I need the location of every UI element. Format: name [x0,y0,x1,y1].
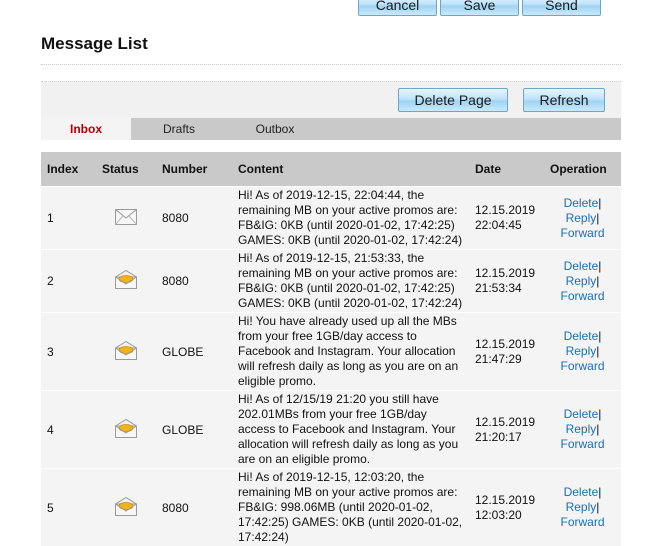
row-operations: Delete| Reply| Forward [544,391,621,469]
reply-link[interactable]: Reply [566,274,597,288]
row-date-time: 12:03:20 [475,508,522,522]
forward-link[interactable]: Forward [560,437,604,451]
row-date: 12.15.201921:47:29 [469,313,544,391]
reply-link[interactable]: Reply [566,500,597,514]
op-separator: | [596,211,599,225]
row-operations: Delete| Reply| Forward [544,313,621,391]
delete-link[interactable]: Delete [564,259,599,273]
delete-link[interactable]: Delete [564,196,599,210]
header-operation: Operation [544,152,621,187]
row-content: Hi! You have already used up all the MBs… [232,313,469,391]
row-date-time: 21:47:29 [475,352,522,366]
row-date-day: 12.15.2019 [475,415,535,429]
header-status: Status [96,152,156,187]
op-separator: | [598,407,601,421]
table-row[interactable]: 3 GLOBE Hi! You have already used up all… [41,313,621,391]
forward-link[interactable]: Forward [560,226,604,240]
envelope-unread-icon [115,270,137,289]
forward-link[interactable]: Forward [560,289,604,303]
row-number: 8080 [156,187,232,250]
row-date: 12.15.201922:04:45 [469,187,544,250]
op-separator: | [598,329,601,343]
refresh-button[interactable]: Refresh [523,88,605,112]
message-toolbar: Delete Page Refresh [41,81,621,118]
cancel-button[interactable]: Cancel [358,0,437,16]
row-number: 8080 [156,250,232,313]
delete-link[interactable]: Delete [564,329,599,343]
row-operations: Delete| Reply| Forward [544,469,621,546]
row-date-day: 12.15.2019 [475,203,535,217]
message-tabs: Inbox Drafts Outbox [41,118,621,140]
message-table: Index Status Number Content Date Operati… [41,152,621,546]
header-date: Date [469,152,544,187]
delete-link[interactable]: Delete [564,485,599,499]
forward-link[interactable]: Forward [560,515,604,529]
reply-link[interactable]: Reply [566,211,597,225]
title-divider [41,64,621,65]
envelope-unread-icon [115,341,137,360]
envelope-open-icon [115,209,137,225]
row-index: 5 [41,469,96,546]
row-status [96,250,156,313]
tab-outbox[interactable]: Outbox [227,118,323,140]
delete-link[interactable]: Delete [564,407,599,421]
op-separator: | [598,196,601,210]
row-operations: Delete| Reply| Forward [544,250,621,313]
row-date-day: 12.15.2019 [475,266,535,280]
row-operations: Delete| Reply| Forward [544,187,621,250]
row-date: 12.15.201921:20:17 [469,391,544,469]
row-index: 3 [41,313,96,391]
row-index: 2 [41,250,96,313]
table-row[interactable]: 4 GLOBE Hi! As of 12/15/19 21:20 you sti… [41,391,621,469]
header-index: Index [41,152,96,187]
row-date-day: 12.15.2019 [475,493,535,507]
row-content: Hi! As of 2019-12-15, 22:04:44, the rema… [232,187,469,250]
table-row[interactable]: 1 8080 Hi! As of 2019-12-15, 22:04:44, t… [41,187,621,250]
row-status [96,391,156,469]
page-title: Message List [41,34,148,54]
reply-link[interactable]: Reply [566,344,597,358]
row-date: 12.15.201912:03:20 [469,469,544,546]
row-content: Hi! As of 2019-12-15, 21:53:33, the rema… [232,250,469,313]
row-number: GLOBE [156,313,232,391]
table-row[interactable]: 5 8080 Hi! As of 2019-12-15, 12:03:20, t… [41,469,621,546]
row-index: 4 [41,391,96,469]
save-button[interactable]: Save [440,0,519,16]
envelope-unread-icon [115,419,137,438]
row-date-time: 22:04:45 [475,218,522,232]
row-date-time: 21:53:34 [475,281,522,295]
row-status [96,187,156,250]
forward-link[interactable]: Forward [560,359,604,373]
op-separator: | [596,422,599,436]
row-content: Hi! As of 12/15/19 21:20 you still have … [232,391,469,469]
table-header-row: Index Status Number Content Date Operati… [41,152,621,187]
header-number: Number [156,152,232,187]
table-row[interactable]: 2 8080 Hi! As of 2019-12-15, 21:53:33, t… [41,250,621,313]
op-separator: | [598,485,601,499]
op-separator: | [596,274,599,288]
row-content: Hi! As of 2019-12-15, 12:03:20, the rema… [232,469,469,546]
row-status [96,313,156,391]
delete-page-button[interactable]: Delete Page [398,88,508,112]
row-index: 1 [41,187,96,250]
row-date-day: 12.15.2019 [475,337,535,351]
op-separator: | [598,259,601,273]
send-button[interactable]: Send [522,0,601,16]
op-separator: | [596,500,599,514]
reply-link[interactable]: Reply [566,422,597,436]
row-date: 12.15.201921:53:34 [469,250,544,313]
row-number: GLOBE [156,391,232,469]
row-date-time: 21:20:17 [475,430,522,444]
envelope-unread-icon [115,497,137,516]
row-status [96,469,156,546]
row-number: 8080 [156,469,232,546]
tab-inbox[interactable]: Inbox [41,118,131,140]
op-separator: | [596,344,599,358]
header-content: Content [232,152,469,187]
tab-drafts[interactable]: Drafts [131,118,227,140]
